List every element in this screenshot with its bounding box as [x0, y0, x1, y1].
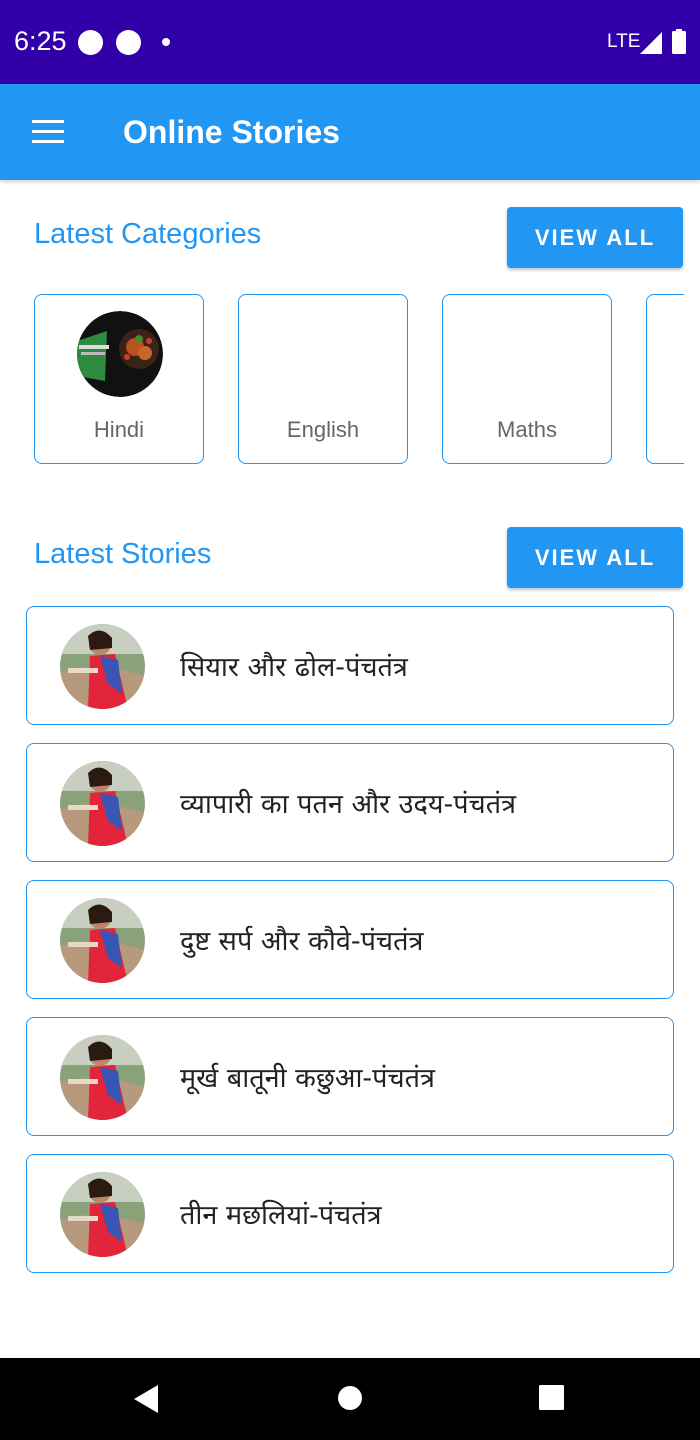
category-thumbnail [77, 311, 163, 397]
story-card[interactable]: दुष्ट सर्प और कौवे-पंचतंत्र [26, 880, 674, 999]
view-all-stories-button[interactable]: VIEW ALL [507, 527, 683, 588]
story-card[interactable]: सियार और ढोल-पंचतंत्र [26, 606, 674, 725]
more-notifications-icon [162, 38, 170, 46]
story-avatar [60, 1172, 145, 1257]
app-screen: 6:25 LTE Online Stories Latest Categorie… [0, 0, 700, 1440]
categories-section-title: Latest Categories [34, 218, 262, 250]
battery-icon [672, 29, 686, 54]
story-avatar [60, 624, 145, 709]
home-icon[interactable] [337, 1385, 363, 1411]
app-bar: Online Stories [0, 84, 700, 180]
category-card-hindi[interactable]: Hindi [34, 294, 204, 464]
category-card-partial[interactable] [646, 294, 684, 464]
category-card-english[interactable]: English [238, 294, 408, 464]
status-bar: 6:25 LTE [0, 0, 700, 84]
categories-carousel[interactable]: Hindi English Maths [0, 294, 684, 466]
story-title: सियार और ढोल-पंचतंत्र [180, 652, 408, 683]
story-card[interactable]: मूर्ख बातूनी कछुआ-पंचतंत्र [26, 1017, 674, 1136]
story-title: मूर्ख बातूनी कछुआ-पंचतंत्र [180, 1063, 435, 1094]
network-type: LTE [607, 31, 641, 52]
story-card[interactable]: व्यापारी का पतन और उदय-पंचतंत्र [26, 743, 674, 862]
view-all-categories-button[interactable]: VIEW ALL [507, 207, 683, 268]
story-title: व्यापारी का पतन और उदय-पंचतंत्र [180, 789, 516, 820]
story-title: दुष्ट सर्प और कौवे-पंचतंत्र [180, 926, 424, 957]
story-title: तीन मछलियां-पंचतंत्र [180, 1200, 382, 1231]
app-title: Online Stories [123, 114, 340, 150]
story-avatar [60, 898, 145, 983]
story-avatar [60, 1035, 145, 1120]
recents-icon[interactable] [539, 1385, 565, 1411]
category-card-maths[interactable]: Maths [442, 294, 612, 464]
story-card[interactable]: तीन मछलियां-पंचतंत्र [26, 1154, 674, 1273]
hamburger-menu-icon[interactable] [32, 120, 64, 144]
story-avatar [60, 761, 145, 846]
stories-section-title: Latest Stories [34, 538, 212, 570]
category-label: Maths [497, 417, 557, 442]
notification-icon [116, 30, 141, 55]
back-icon[interactable] [134, 1385, 160, 1413]
signal-icon [640, 32, 662, 54]
status-time: 6:25 [14, 26, 67, 56]
category-label: Hindi [93, 417, 145, 442]
notification-icon [78, 30, 103, 55]
system-nav-bar [0, 1358, 700, 1440]
category-label: English [286, 417, 360, 442]
